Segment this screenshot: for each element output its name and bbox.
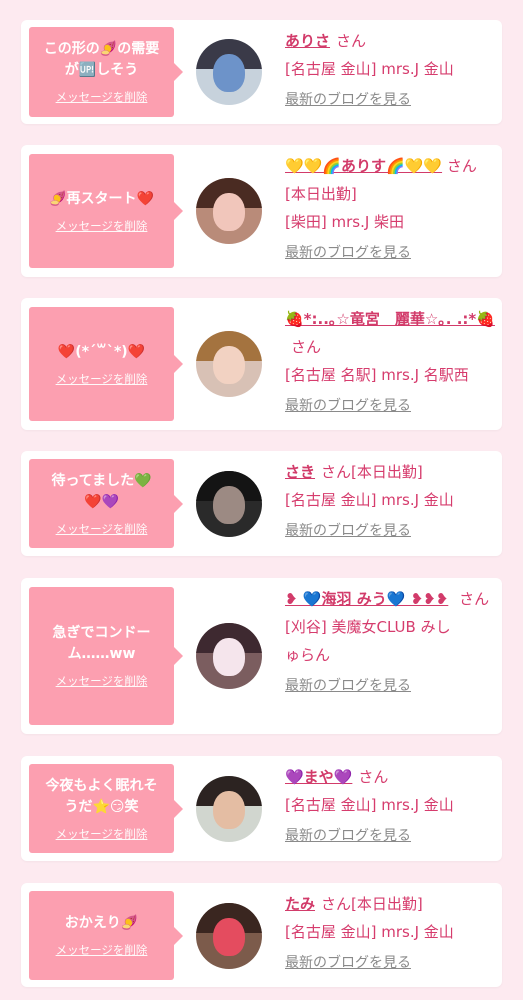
shop-info: [名古屋 金山] mrs.J 金山: [285, 491, 454, 509]
latest-blog-link[interactable]: 最新のブログを見る: [285, 89, 411, 109]
message-bubble: ❤️(*´꒳`*)❤️ メッセージを削除: [29, 307, 183, 421]
avatar[interactable]: [196, 471, 262, 537]
shop-info: [名古屋 名駅] mrs.J 名駅西: [285, 366, 469, 384]
latest-blog-link[interactable]: 最新のブログを見る: [285, 242, 411, 262]
latest-blog-link[interactable]: 最新のブログを見る: [285, 395, 411, 415]
delete-message-link[interactable]: メッセージを削除: [56, 673, 148, 689]
shop-info: [名古屋 金山] mrs.J 金山: [285, 796, 454, 814]
message-text: おかえり🍠: [64, 915, 139, 931]
name-suffix: さん: [336, 32, 367, 50]
latest-blog-link[interactable]: 最新のブログを見る: [285, 520, 411, 540]
girl-name-link[interactable]: ❥ 💙海羽 みう💙 ❥❥❥: [285, 590, 448, 608]
message-card: おかえり🍠 メッセージを削除 たみ さん[本日出勤] [名古屋 金山] mrs.J…: [21, 883, 502, 987]
message-bubble: 🍠再スタート❤️ メッセージを削除: [29, 154, 183, 268]
girl-name-link[interactable]: たみ: [285, 895, 315, 913]
avatar[interactable]: [196, 776, 262, 842]
girl-name-link[interactable]: ありさ: [285, 32, 330, 50]
message-card: 🍠再スタート❤️ メッセージを削除 💛💛🌈ありす🌈💛💛 さん[本日出勤] [柴田…: [21, 145, 502, 277]
name-suffix: さん: [358, 768, 389, 786]
message-text: ❤️(*´꒳`*)❤️: [57, 343, 146, 360]
message-bubble: 今夜もよく眠れそ うだ⭐️😏笑 メッセージを削除: [29, 764, 183, 853]
message-text: 今夜もよく眠れそ うだ⭐️😏笑: [45, 777, 158, 815]
message-text: 待ってました💚 ❤️💜: [51, 472, 152, 510]
name-suffix: さん: [291, 338, 322, 356]
message-bubble: 待ってました💚 ❤️💜 メッセージを削除: [29, 459, 183, 548]
avatar[interactable]: [196, 903, 262, 969]
name-suffix: さん: [459, 590, 490, 608]
name-suffix: さん[本日出勤]: [321, 895, 423, 913]
message-bubble: 急ぎでコンドー ム……ww メッセージを削除: [29, 587, 183, 725]
message-bubble: この形の🍠の需要 が🆙しそう メッセージを削除: [29, 27, 183, 117]
message-bubble: おかえり🍠 メッセージを削除: [29, 891, 183, 980]
delete-message-link[interactable]: メッセージを削除: [56, 521, 148, 537]
delete-message-link[interactable]: メッセージを削除: [56, 218, 148, 234]
latest-blog-link[interactable]: 最新のブログを見る: [285, 825, 411, 845]
shop-info: [刈谷] 美魔女CLUB みしゅらん: [285, 618, 451, 664]
message-card: この形の🍠の需要 が🆙しそう メッセージを削除 ありさ さん [名古屋 金山] m…: [21, 20, 502, 124]
latest-blog-link[interactable]: 最新のブログを見る: [285, 952, 411, 972]
message-card: 急ぎでコンドー ム……ww メッセージを削除 ❥ 💙海羽 みう💙 ❥❥❥ さん …: [21, 578, 502, 734]
message-card: 今夜もよく眠れそ うだ⭐️😏笑 メッセージを削除 💜まや💜 さん [名古屋 金山]…: [21, 756, 502, 861]
shop-info: [柴田] mrs.J 柴田: [285, 213, 405, 231]
delete-message-link[interactable]: メッセージを削除: [56, 826, 148, 842]
message-text: この形の🍠の需要 が🆙しそう: [43, 41, 160, 78]
message-card: ❤️(*´꒳`*)❤️ メッセージを削除 🍓*:..｡☆竜宮 麗華☆｡. .:*…: [21, 298, 502, 430]
avatar[interactable]: [196, 331, 262, 397]
girl-name-link[interactable]: 💜まや💜: [285, 768, 352, 786]
delete-message-link[interactable]: メッセージを削除: [56, 371, 148, 387]
shop-info: [名古屋 金山] mrs.J 金山: [285, 60, 454, 78]
avatar[interactable]: [196, 623, 262, 689]
message-text: 急ぎでコンドー ム……ww: [52, 625, 151, 662]
latest-blog-link[interactable]: 最新のブログを見る: [285, 675, 411, 695]
avatar[interactable]: [196, 39, 262, 105]
message-card: 待ってました💚 ❤️💜 メッセージを削除 さき さん[本日出勤] [名古屋 金山]…: [21, 451, 502, 556]
avatar[interactable]: [196, 178, 262, 244]
delete-message-link[interactable]: メッセージを削除: [56, 942, 148, 958]
message-text: 🍠再スタート❤️: [49, 190, 154, 207]
delete-message-link[interactable]: メッセージを削除: [56, 89, 148, 105]
girl-name-link[interactable]: 💛💛🌈ありす🌈💛💛: [285, 157, 442, 175]
shop-info: [名古屋 金山] mrs.J 金山: [285, 923, 454, 941]
girl-name-link[interactable]: 🍓*:..｡☆竜宮 麗華☆｡. .:*🍓: [285, 310, 495, 328]
girl-name-link[interactable]: さき: [285, 463, 315, 481]
message-list: この形の🍠の需要 が🆙しそう メッセージを削除 ありさ さん [名古屋 金山] m…: [0, 0, 523, 1000]
name-suffix: さん[本日出勤]: [321, 463, 423, 481]
